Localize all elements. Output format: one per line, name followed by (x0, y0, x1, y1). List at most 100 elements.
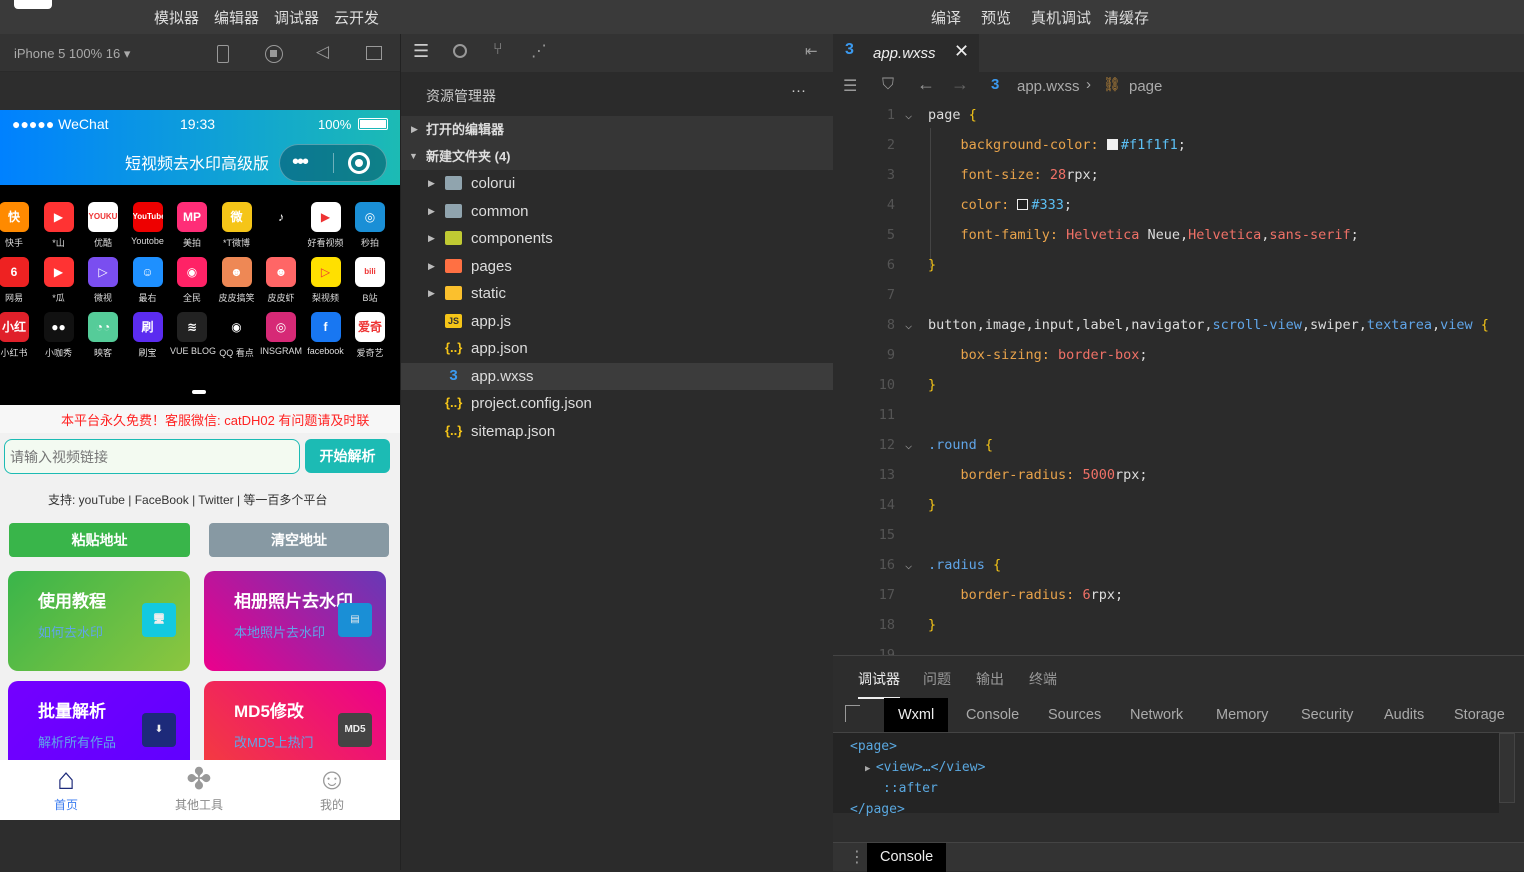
toolbar-action[interactable]: 真机调试 (1031, 7, 1091, 28)
platform-app-icon[interactable]: ≋ VUE BLOG (170, 312, 216, 356)
code-line[interactable]: 16 ⌵ .radius { (833, 550, 1524, 580)
file-tree-item[interactable]: {..} sitemap.json (401, 418, 833, 445)
code-line[interactable]: 3 font-size: 28rpx; (833, 160, 1524, 190)
phone-icon[interactable] (217, 45, 229, 63)
code-line[interactable]: 6} (833, 250, 1524, 280)
breadcrumb-symbol[interactable]: page (1129, 78, 1162, 95)
platform-app-icon[interactable]: 小红书小红书 (0, 312, 36, 359)
devtools-subtab[interactable]: Security (1287, 698, 1367, 732)
devtools-tab[interactable]: 调试器 (858, 669, 900, 699)
platform-app-icon[interactable]: 刷刷宝 (126, 312, 170, 359)
platform-app-icon[interactable]: ♪ (259, 202, 303, 236)
breadcrumb-file[interactable]: app.wxss (1017, 78, 1080, 95)
toolbar-action[interactable]: 编译 (931, 7, 961, 28)
platform-app-icon[interactable]: ▷ 微视 (81, 257, 125, 304)
devtools-tab[interactable]: 输出 (976, 669, 1004, 689)
platform-app-icon[interactable]: MP 美拍 (170, 202, 214, 249)
platform-app-icon[interactable]: bili B站 (348, 257, 392, 304)
platform-app-icon[interactable]: f facebook (304, 312, 348, 356)
wxml-node[interactable]: </page> (850, 802, 905, 817)
video-link-input[interactable] (4, 439, 300, 474)
code-line[interactable]: 13 border-radius: 5000rpx; (833, 460, 1524, 490)
close-miniprogram-icon[interactable] (348, 152, 370, 174)
collapse-panel-icon[interactable]: ⇤ (805, 42, 818, 60)
code-line[interactable]: 8 ⌵ button,image,input,label,navigator,scr… (833, 310, 1524, 340)
record-icon[interactable] (265, 45, 283, 63)
feature-card[interactable]: 相册照片去水印 本地照片去水印 ▤ (204, 571, 386, 671)
platform-app-icon[interactable]: ▶ *瓜 (37, 257, 81, 304)
platform-app-icon[interactable]: 微 *T微博 (215, 202, 259, 249)
toolbar-action[interactable]: 清缓存 (1104, 7, 1149, 28)
devtools-subtab[interactable]: Console (952, 698, 1033, 732)
debug-graph-icon[interactable]: ⋰ (531, 41, 547, 61)
parse-button[interactable]: 开始解析 (305, 439, 390, 473)
file-tree-item[interactable]: ▶ pages (401, 253, 833, 280)
more-actions-icon[interactable]: ··· (791, 82, 806, 99)
code-line[interactable]: 4 color: #333; (833, 190, 1524, 220)
fold-chevron-icon[interactable]: ⌵ (905, 100, 912, 130)
code-line[interactable]: 12 ⌵ .round { (833, 430, 1524, 460)
platform-app-icon[interactable]: ◎ 秒拍 (348, 202, 392, 249)
color-swatch[interactable] (1017, 199, 1029, 210)
devtools-subtab[interactable]: Memory (1202, 698, 1282, 732)
clear-address-button[interactable]: 清空地址 (209, 523, 389, 557)
platform-app-icon[interactable]: ▶ 好看视频 (304, 202, 348, 249)
file-tree-item[interactable]: ▶ static (401, 280, 833, 307)
devtools-subtab[interactable]: Storage (1440, 698, 1519, 732)
drawer-menu-icon[interactable]: ⋮ (849, 847, 865, 867)
platform-app-icon[interactable]: YouTube Youtobe (126, 202, 170, 246)
devtools-subtab[interactable]: Wxml (884, 698, 949, 732)
fold-chevron-icon[interactable]: ⌵ (905, 430, 912, 460)
outline-icon[interactable]: ☰ (843, 76, 857, 96)
platform-app-icon[interactable]: ◎ INSGRAM (259, 312, 303, 356)
platform-app-icon[interactable]: ▶ *山 (37, 202, 81, 249)
file-tree-item[interactable]: ▶ components (401, 225, 833, 252)
code-line[interactable]: 11 (833, 400, 1524, 430)
platform-app-icon[interactable]: ☻ 皮皮虾 (259, 257, 303, 304)
color-swatch[interactable] (1106, 139, 1118, 150)
code-line[interactable]: 2 background-color: #f1f1f1; (833, 130, 1524, 160)
toolbar-action[interactable]: 预览 (981, 7, 1011, 28)
tab-app-wxss[interactable]: 3 app.wxss ✕ (833, 34, 979, 72)
feature-card[interactable]: 使用教程 如何去水印 🖥 (8, 571, 190, 671)
platform-app-icon[interactable]: 6 网易 (0, 257, 36, 304)
git-branch-icon[interactable]: ⑂ (493, 41, 503, 59)
fold-chevron-icon[interactable]: ⌵ (905, 550, 912, 580)
code-line[interactable]: 5 font-family: Helvetica Neue,Helvetica,… (833, 220, 1524, 250)
devtools-subtab[interactable]: Sources (1034, 698, 1115, 732)
back-icon[interactable]: ← (917, 74, 935, 95)
menu-item[interactable]: 编辑器 (214, 7, 259, 28)
tab-0[interactable]: ⌂ 首页 (16, 764, 116, 813)
platform-app-icon[interactable]: ◉ QQ 看点 (215, 312, 259, 359)
open-editors-section[interactable]: ▶ 打开的编辑器 (401, 116, 833, 143)
file-tree-item[interactable]: JS app.js (401, 308, 833, 335)
file-tree-item[interactable]: {..} app.json (401, 335, 833, 362)
device-select[interactable]: iPhone 5 100% 16 ▾ (14, 46, 130, 62)
more-icon[interactable]: ••• (292, 151, 309, 174)
platform-app-icon[interactable]: 快快手 (0, 202, 36, 249)
tab-2[interactable]: ☺ 我的 (282, 764, 382, 813)
platform-app-icon[interactable]: ☺ 最右 (126, 257, 170, 304)
drawer-tab-console[interactable]: Console (867, 843, 947, 872)
code-line[interactable]: 10} (833, 370, 1524, 400)
code-line[interactable]: 9 box-sizing: border-box; (833, 340, 1524, 370)
scrollbar[interactable] (1499, 733, 1515, 803)
file-tree-item[interactable]: {..} project.config.json (401, 390, 833, 417)
inspect-element-icon[interactable] (845, 705, 860, 722)
wxml-node[interactable]: <page> (850, 739, 897, 754)
forward-icon[interactable]: → (951, 74, 969, 95)
window-icon[interactable] (366, 46, 382, 60)
tab-1[interactable]: ✤ 其他工具 (149, 764, 249, 813)
platform-app-icon[interactable]: ◔◔ 映客 (81, 312, 125, 359)
paste-address-button[interactable]: 粘贴地址 (9, 523, 190, 557)
devtools-subtab[interactable]: Audits (1370, 698, 1438, 732)
fold-chevron-icon[interactable]: ⌵ (905, 310, 912, 340)
platform-app-icon[interactable]: YOUKU 优酷 (81, 202, 125, 249)
menu-item[interactable]: 模拟器 (154, 7, 199, 28)
devtools-subtab[interactable]: Network (1116, 698, 1197, 732)
code-line[interactable]: 15 (833, 520, 1524, 550)
search-icon[interactable] (453, 44, 467, 58)
wxml-node[interactable]: ▶ <view>…</view> (865, 760, 985, 775)
menu-item[interactable]: 调试器 (274, 7, 319, 28)
sound-icon[interactable]: ◁ (316, 42, 329, 62)
